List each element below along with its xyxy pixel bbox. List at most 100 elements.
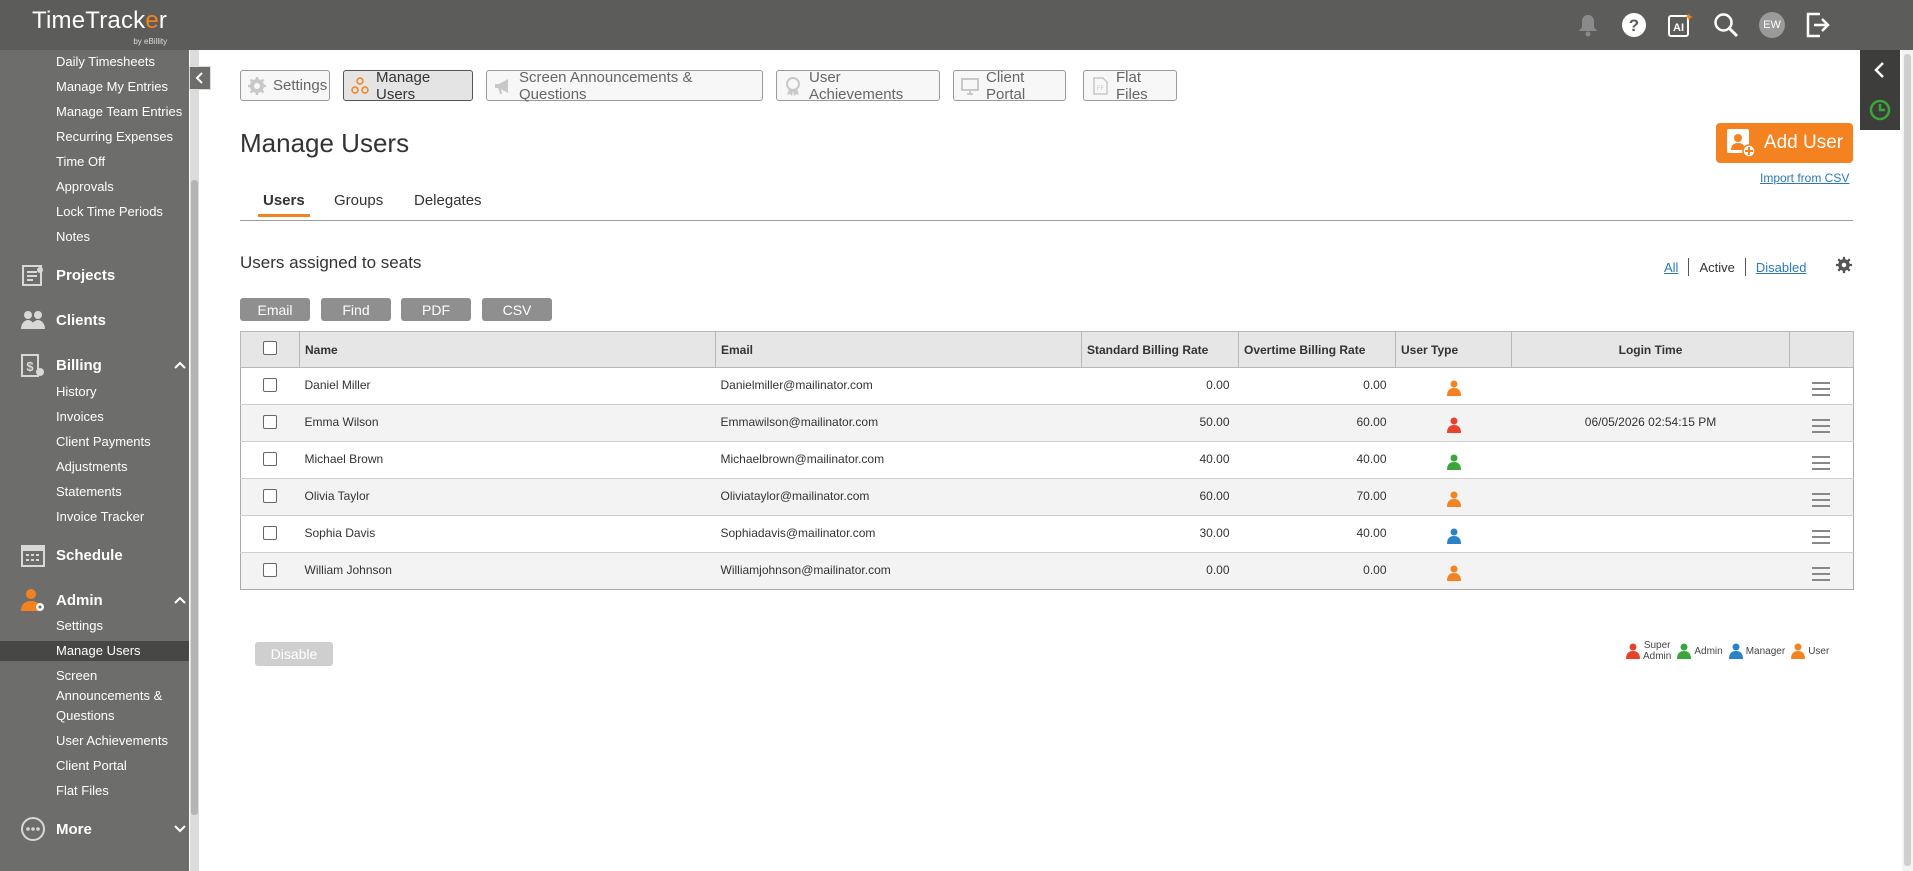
- sidebar-section-admin[interactable]: Admin: [20, 587, 189, 613]
- timer-button[interactable]: [1860, 90, 1900, 130]
- column-header-user-type[interactable]: User Type: [1395, 331, 1512, 368]
- sidebar-section-billing[interactable]: $ Billing: [20, 352, 189, 378]
- pdf-button[interactable]: PDF: [401, 298, 471, 321]
- chevron-up-icon[interactable]: [172, 357, 188, 373]
- sidebar-item-invoices[interactable]: Invoices: [56, 409, 104, 425]
- sidebar-item-user-achievements[interactable]: User Achievements: [56, 733, 168, 749]
- disable-button[interactable]: Disable: [255, 642, 333, 666]
- cell-name: William Johnson: [299, 552, 716, 590]
- sidebar-item-flat-files[interactable]: Flat Files: [56, 783, 109, 799]
- sidebar-item-adjustments[interactable]: Adjustments: [56, 459, 128, 475]
- nav-screen-announcements-button[interactable]: Screen Announcements & Questions: [486, 69, 763, 103]
- nav-client-portal-button[interactable]: Client Portal: [953, 69, 1066, 103]
- table-row[interactable]: Emma Wilson Emmawilson@mailinator.com 50.0…: [240, 404, 1854, 442]
- filter-active[interactable]: Active: [1689, 260, 1744, 275]
- cell-standard-billing-rate: 50.00: [1081, 404, 1239, 442]
- add-user-button[interactable]: Add User: [1716, 123, 1853, 163]
- sidebar-item-history[interactable]: History: [56, 384, 96, 400]
- row-menu-icon[interactable]: [1812, 563, 1831, 585]
- chevron-up-icon[interactable]: [172, 592, 188, 608]
- filter-all[interactable]: All: [1654, 260, 1688, 275]
- legend-label: Super: [1643, 640, 1671, 651]
- column-header-login-time[interactable]: Login Time: [1511, 331, 1790, 368]
- logo[interactable]: TimeTracker by eBillity: [32, 7, 167, 46]
- sidebar-section-projects[interactable]: Projects: [20, 262, 189, 288]
- nav-user-achievements-button[interactable]: User Achievements: [776, 69, 940, 103]
- sidebar-scrollbar-thumb[interactable]: [191, 180, 198, 815]
- search-icon[interactable]: [1711, 10, 1741, 40]
- ai-icon[interactable]: AI: [1665, 10, 1695, 40]
- sidebar-item-manage-team-entries[interactable]: Manage Team Entries: [56, 104, 182, 120]
- find-button[interactable]: Find: [321, 298, 391, 321]
- logout-icon[interactable]: [1803, 10, 1833, 40]
- row-checkbox[interactable]: [263, 378, 278, 392]
- sidebar-item-notes[interactable]: Notes: [56, 229, 90, 245]
- column-header-standard-billing-rate[interactable]: Standard Billing Rate: [1081, 331, 1239, 368]
- projects-icon: [22, 265, 43, 286]
- row-checkbox[interactable]: [263, 563, 278, 577]
- sidebar-item-client-portal[interactable]: Client Portal: [56, 758, 127, 774]
- row-menu-icon[interactable]: [1812, 415, 1831, 437]
- table-settings-gear-icon[interactable]: [1835, 256, 1853, 277]
- table-row[interactable]: Sophia Davis Sophiadavis@mailinator.com 30…: [240, 515, 1854, 553]
- tab-delegates[interactable]: Delegates: [414, 192, 482, 215]
- nav-flat-files-button[interactable]: FF Flat Files: [1083, 69, 1177, 103]
- nav-settings-button[interactable]: Settings: [240, 70, 330, 101]
- cell-user-type: [1395, 515, 1512, 553]
- avatar[interactable]: EW: [1759, 12, 1785, 38]
- row-menu-icon[interactable]: [1812, 452, 1831, 474]
- tab-users[interactable]: Users: [258, 192, 310, 217]
- row-menu-icon[interactable]: [1812, 489, 1831, 511]
- sidebar-item-invoice-tracker[interactable]: Invoice Tracker: [56, 509, 144, 525]
- bell-icon[interactable]: [1573, 10, 1603, 40]
- sidebar-item-client-payments[interactable]: Client Payments: [56, 434, 151, 450]
- sidebar-section-clients[interactable]: Clients: [20, 307, 189, 333]
- award-icon: [783, 76, 803, 96]
- dock-collapse-button[interactable]: [1860, 50, 1900, 90]
- chevron-down-icon[interactable]: [172, 821, 188, 837]
- column-header-overtime-billing-rate[interactable]: Overtime Billing Rate: [1238, 331, 1396, 368]
- column-header-name[interactable]: Name: [299, 331, 716, 368]
- sidebar-section-label: Projects: [56, 266, 116, 284]
- table-row[interactable]: Michael Brown Michaelbrown@mailinator.com…: [240, 441, 1854, 479]
- sidebar-item-screen-announcements-line1[interactable]: Screen: [56, 668, 97, 684]
- sidebar-section-schedule[interactable]: Schedule: [20, 542, 189, 568]
- nav-button-label: Manage Users: [376, 68, 431, 103]
- legend-label: User: [1808, 645, 1830, 657]
- row-checkbox[interactable]: [263, 415, 278, 429]
- page-scrollbar-thumb[interactable]: [1904, 54, 1911, 866]
- sidebar-item-time-off[interactable]: Time Off: [56, 154, 105, 170]
- row-checkbox[interactable]: [263, 489, 278, 503]
- row-checkbox[interactable]: [263, 526, 278, 540]
- email-button[interactable]: Email: [240, 298, 310, 321]
- help-icon[interactable]: ?: [1619, 10, 1649, 40]
- select-all-checkbox[interactable]: [263, 341, 277, 355]
- filter-disabled[interactable]: Disabled: [1746, 260, 1817, 275]
- sidebar-item-screen-announcements-line2[interactable]: Announcements &: [56, 688, 162, 704]
- table-row[interactable]: William Johnson Williamjohnson@mailinator…: [240, 552, 1854, 590]
- import-from-csv-link[interactable]: Import from CSV: [1760, 171, 1849, 185]
- tab-groups[interactable]: Groups: [334, 192, 383, 215]
- sidebar-item-manage-my-entries[interactable]: Manage My Entries: [56, 79, 168, 95]
- sidebar-item-statements[interactable]: Statements: [56, 484, 122, 500]
- row-checkbox[interactable]: [263, 452, 278, 466]
- sidebar-section-more[interactable]: More: [20, 816, 189, 842]
- sidebar-item-approvals[interactable]: Approvals: [56, 179, 114, 195]
- sidebar-item-lock-time-periods[interactable]: Lock Time Periods: [56, 204, 163, 220]
- sidebar-item-daily-timesheets[interactable]: Daily Timesheets: [56, 54, 155, 70]
- sidebar-scrollbar[interactable]: [190, 50, 199, 871]
- page-scrollbar[interactable]: [1902, 50, 1913, 871]
- sidebar-item-settings[interactable]: Settings: [56, 618, 103, 634]
- table-row[interactable]: Olivia Taylor Oliviataylor@mailinator.com…: [240, 478, 1854, 516]
- row-menu-icon[interactable]: [1812, 378, 1831, 400]
- nav-button-label: Settings: [273, 77, 328, 94]
- row-menu-icon[interactable]: [1812, 526, 1831, 548]
- sidebar-item-manage-users[interactable]: Manage Users: [56, 643, 141, 659]
- sidebar-item-recurring-expenses[interactable]: Recurring Expenses: [56, 129, 173, 145]
- table-row[interactable]: Daniel Miller Danielmiller@mailinator.com…: [240, 367, 1854, 405]
- csv-button[interactable]: CSV: [482, 298, 552, 321]
- sidebar-collapse-button[interactable]: [189, 66, 211, 90]
- column-header-email[interactable]: Email: [715, 331, 1082, 368]
- sidebar-item-screen-announcements-line3[interactable]: Questions: [56, 708, 115, 724]
- nav-manage-users-button[interactable]: Manage Users: [343, 68, 473, 103]
